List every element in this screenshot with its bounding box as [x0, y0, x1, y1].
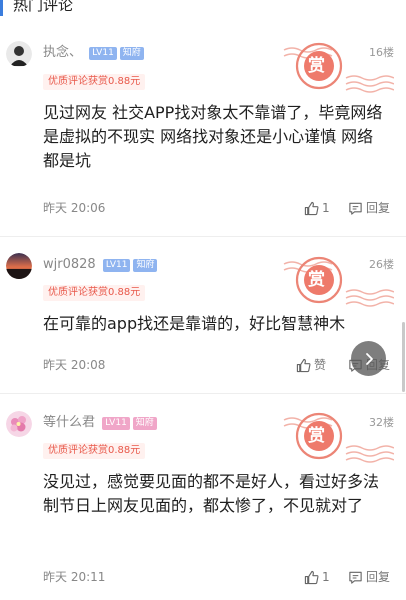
next-page-button[interactable]	[351, 341, 386, 376]
comment-page: 热门评论 执念、 LV11 知府 16楼 赏 优质评论获赏0.88元 见过网友 …	[0, 0, 406, 600]
username[interactable]: wjr0828 LV11 知府	[43, 256, 158, 274]
avatar[interactable]	[6, 411, 32, 437]
comment-time: 昨天 20:11	[43, 570, 106, 584]
like-button[interactable]: 赞	[296, 357, 326, 373]
title-badge: 知府	[132, 417, 157, 430]
username-text[interactable]: 执念、	[43, 45, 82, 60]
title-badge: 知府	[119, 47, 144, 60]
chevron-right-icon	[365, 352, 373, 365]
divider	[0, 236, 406, 237]
reward-stamp-icon: 赏	[282, 38, 395, 94]
avatar[interactable]	[6, 41, 32, 67]
reply-button[interactable]: 回复	[348, 200, 390, 216]
comment-text: 在可靠的app找还是靠谱的，好比智慧神木	[43, 314, 346, 333]
divider	[0, 393, 406, 394]
level-badge: LV11	[102, 259, 131, 272]
award-label: 优质评论获赏0.88元	[43, 443, 146, 459]
like-count: 1	[322, 201, 330, 215]
reply-label: 回复	[366, 201, 391, 215]
reply-label: 回复	[366, 570, 391, 584]
username[interactable]: 执念、 LV11 知府	[43, 44, 144, 62]
thumb-up-icon	[304, 201, 319, 215]
username-text[interactable]: wjr0828	[43, 257, 96, 272]
section-title: 热门评论	[0, 0, 73, 16]
reply-button[interactable]: 回复	[348, 569, 390, 585]
like-label: 赞	[314, 358, 327, 372]
comment-time: 昨天 20:06	[43, 201, 106, 215]
stamp-char: 赏	[308, 56, 325, 76]
username-text[interactable]: 等什么君	[43, 415, 95, 430]
stamp-char: 赏	[308, 426, 325, 446]
comment-icon	[349, 571, 362, 584]
award-label: 优质评论获赏0.88元	[43, 285, 146, 301]
thumb-up-icon	[304, 570, 319, 584]
reward-stamp-icon: 赏	[282, 408, 395, 464]
reward-stamp-icon: 赏	[282, 252, 395, 308]
level-badge: LV11	[89, 47, 117, 60]
like-button[interactable]: 1	[304, 569, 330, 585]
comment-time: 昨天 20:08	[43, 358, 106, 372]
thumb-up-icon	[296, 358, 311, 372]
comment-text: 没见过，感觉要见面的都不是好人，看过好多法制节日上网友见面的，都太惨了，不见就对…	[43, 472, 380, 515]
comment-text: 见过网友 社交APP找对象太不靠谱了，毕竟网络是虚拟的不现实 网络找对象还是小心…	[43, 103, 383, 170]
scrollbar[interactable]	[402, 322, 405, 392]
stamp-char: 赏	[308, 270, 325, 290]
username[interactable]: 等什么君 LV11 知府	[43, 414, 157, 432]
title-badge: 知府	[133, 259, 158, 272]
avatar[interactable]	[6, 253, 32, 279]
like-button[interactable]: 1	[304, 200, 330, 216]
award-label: 优质评论获赏0.88元	[43, 74, 146, 90]
comment-icon	[349, 202, 362, 215]
like-count: 1	[322, 570, 330, 584]
level-badge: LV11	[102, 417, 130, 430]
